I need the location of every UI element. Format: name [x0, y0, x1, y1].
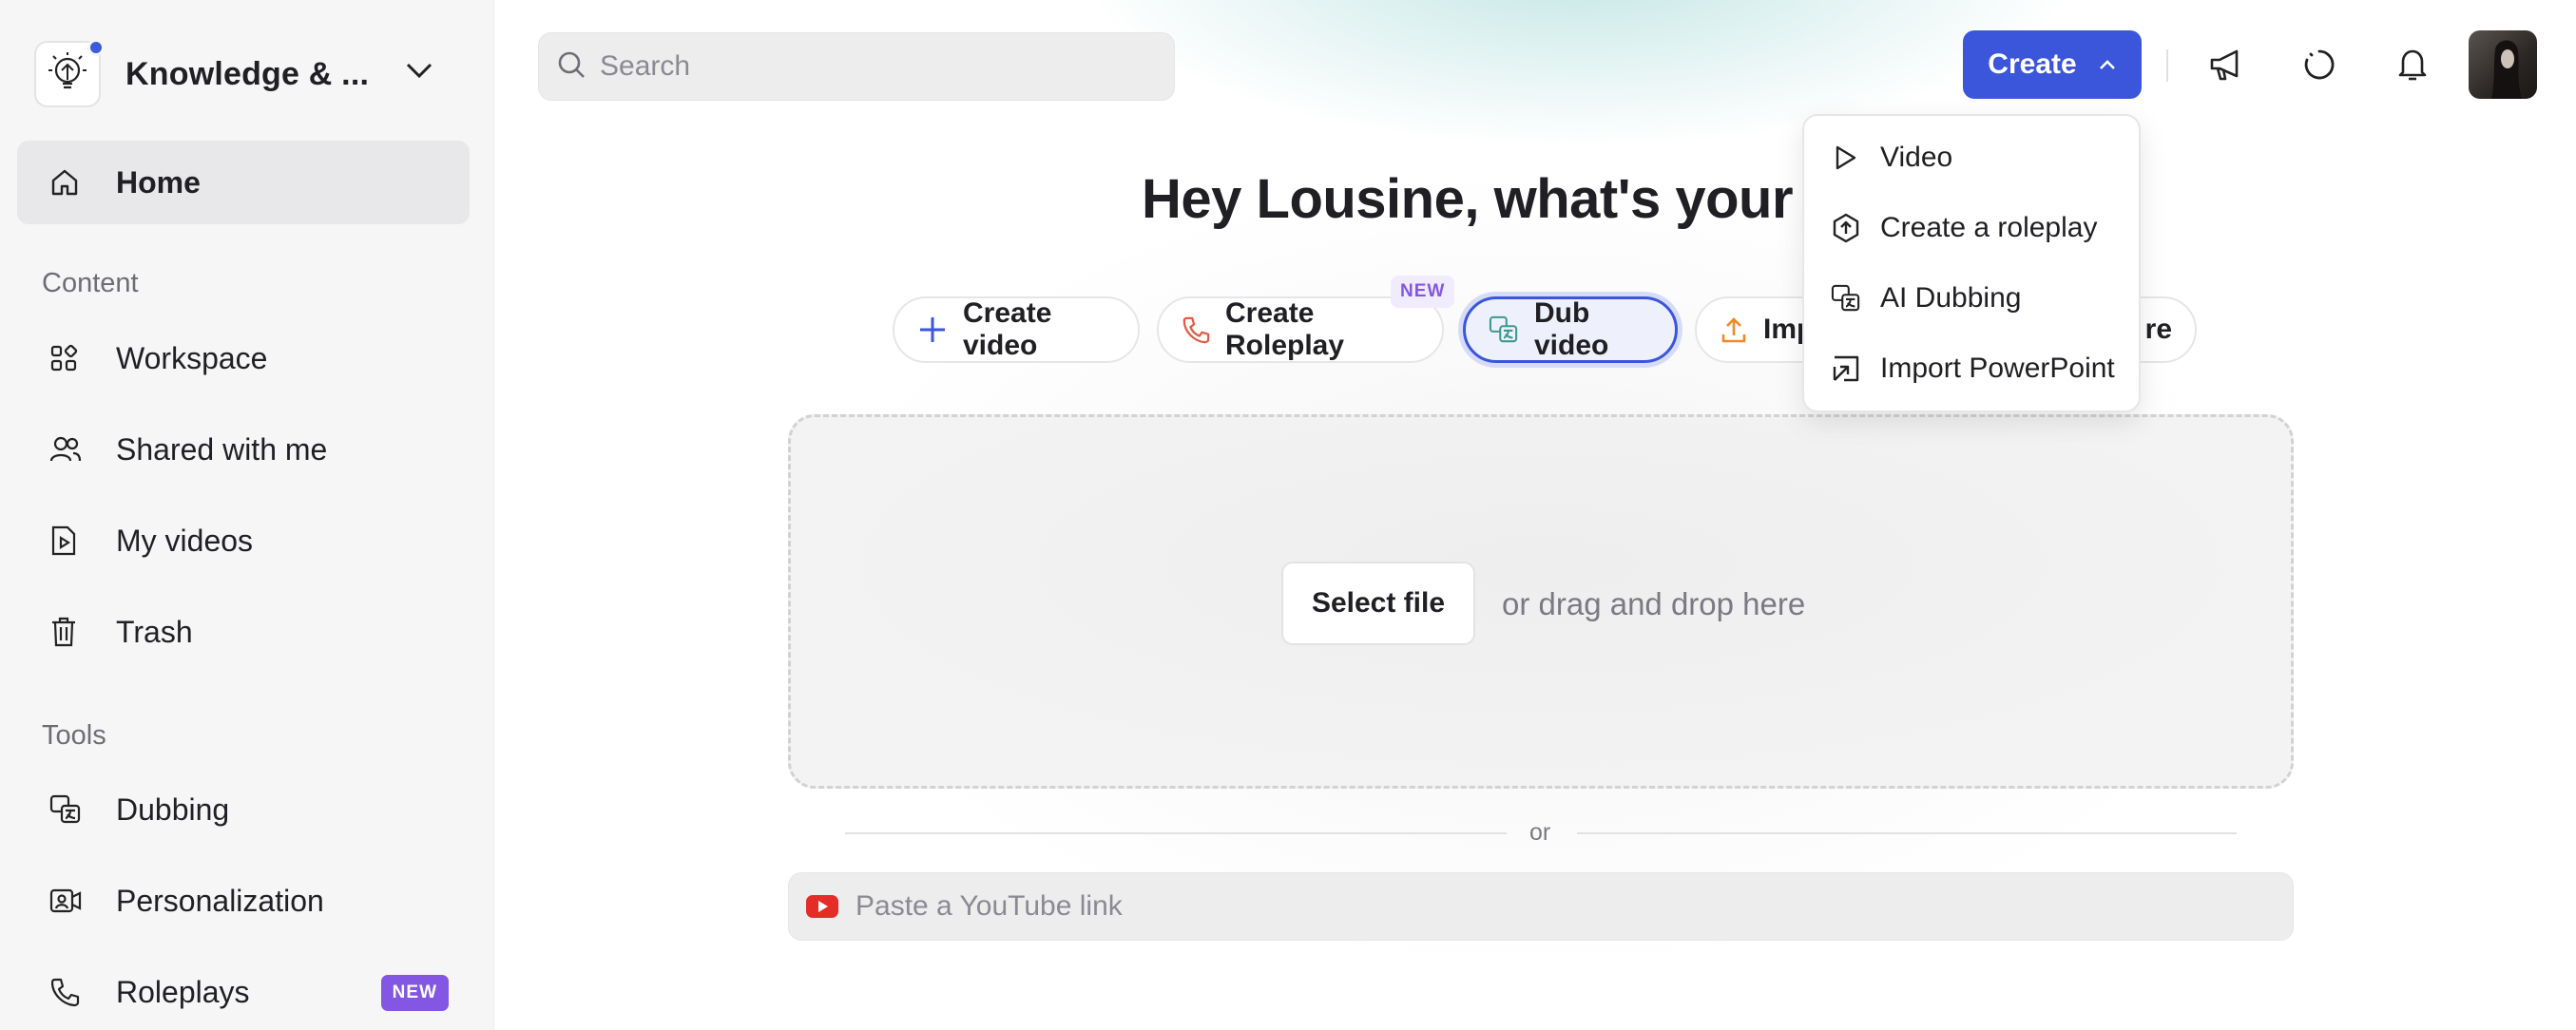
- dubbing-icon: [1489, 315, 1519, 344]
- menu-item-label: Import PowerPoint: [1880, 353, 2115, 384]
- youtube-link-field[interactable]: [788, 872, 2294, 941]
- loading-icon[interactable]: [2297, 42, 2342, 87]
- header-divider: [2166, 49, 2168, 82]
- create-video-chip[interactable]: Create video: [893, 296, 1140, 363]
- youtube-link-input[interactable]: [855, 890, 2186, 923]
- sidebar-item-label: Roleplays: [116, 974, 250, 1009]
- brain-bulb-icon: [48, 52, 87, 89]
- avatar-photo: [2491, 40, 2522, 99]
- sidebar-item-label: My videos: [116, 523, 254, 558]
- avatar[interactable]: [2469, 30, 2537, 99]
- sidebar-item-label: Personalization: [116, 883, 324, 918]
- menu-item-label: AI Dubbing: [1880, 282, 2022, 314]
- sidebar-item-label: Trash: [116, 614, 193, 649]
- sidebar-item-home[interactable]: Home: [17, 141, 470, 224]
- create-button-label: Create: [1988, 48, 2077, 80]
- sidebar-item-label: Dubbing: [116, 792, 230, 827]
- new-badge: NEW: [380, 975, 449, 1011]
- notification-dot: [87, 39, 105, 56]
- upload-icon: [1720, 315, 1748, 344]
- section-label-tools: Tools: [42, 720, 106, 751]
- menu-item-import-powerpoint[interactable]: Import PowerPoint: [1804, 338, 2143, 399]
- sidebar-item-label: Shared with me: [116, 431, 328, 467]
- or-label: or: [1529, 819, 1551, 846]
- chip-label: re: [2144, 314, 2172, 345]
- megaphone-icon[interactable]: [2203, 42, 2249, 87]
- play-icon: [1831, 143, 1869, 172]
- chevron-up-icon: [2098, 58, 2117, 71]
- workspace-name: Knowledge & ...: [125, 55, 370, 92]
- section-label-content: Content: [42, 268, 139, 298]
- home-icon: [49, 167, 103, 198]
- menu-item-video[interactable]: Video: [1804, 127, 2143, 188]
- file-drop-zone[interactable]: Select file or drag and drop here: [788, 414, 2294, 789]
- menu-item-label: Video: [1880, 142, 1953, 173]
- trash-icon: [49, 616, 103, 648]
- create-button[interactable]: Create: [1963, 30, 2142, 99]
- menu-item-ai-dubbing[interactable]: AI Dubbing: [1804, 268, 2143, 329]
- sidebar-item-dubbing[interactable]: Dubbing: [17, 768, 470, 851]
- select-file-button[interactable]: Select file: [1281, 562, 1475, 645]
- phone-icon: [49, 977, 103, 1007]
- users-icon: [49, 435, 103, 464]
- plus-icon: [917, 315, 948, 345]
- sidebar-item-workspace[interactable]: Workspace: [17, 316, 470, 400]
- sidebar-item-personalization[interactable]: Personalization: [17, 859, 470, 943]
- dubbing-icon: [49, 794, 103, 825]
- sidebar: Knowledge & ... Home Content Workspace S…: [0, 0, 494, 1030]
- search-input[interactable]: [600, 50, 1132, 83]
- bell-icon[interactable]: [2390, 42, 2435, 87]
- workspace-logo: [34, 39, 105, 107]
- dubbing-icon: [1831, 284, 1869, 313]
- chevron-down-icon[interactable]: [405, 61, 433, 85]
- import-icon: [1831, 353, 1869, 384]
- chip-label: Dub video: [1534, 297, 1609, 361]
- or-divider: or: [845, 819, 2237, 848]
- chip-label: Create video: [963, 297, 1052, 361]
- video-file-icon: [49, 525, 103, 557]
- drop-hint-text: or drag and drop here: [1502, 586, 1806, 621]
- youtube-icon: [806, 895, 838, 918]
- sidebar-item-label: Home: [116, 164, 201, 200]
- divider-line: [845, 832, 1507, 834]
- search-bar[interactable]: [538, 32, 1175, 101]
- grid-icon: [49, 344, 103, 372]
- roleplay-icon: [1831, 213, 1869, 243]
- sidebar-item-shared[interactable]: Shared with me: [17, 408, 470, 491]
- sidebar-item-label: Workspace: [116, 340, 268, 375]
- main-content: Create Hey Lousine, what's your next Cre…: [495, 0, 2576, 1030]
- sidebar-item-trash[interactable]: Trash: [17, 590, 470, 674]
- sidebar-item-roleplays[interactable]: Roleplays NEW: [17, 950, 470, 1030]
- dub-video-chip[interactable]: Dub video: [1463, 296, 1678, 363]
- create-dropdown-menu: Video Create a roleplay AI Dubbing Impor…: [1802, 114, 2141, 412]
- chip-label: Create Roleplay: [1225, 297, 1345, 361]
- phone-icon: [1182, 315, 1210, 344]
- divider-line: [1577, 832, 2237, 834]
- workspace-switcher[interactable]: Knowledge & ...: [34, 39, 433, 108]
- sidebar-item-my-videos[interactable]: My videos: [17, 499, 470, 582]
- new-badge: NEW: [1391, 276, 1455, 308]
- personalization-icon: [49, 887, 103, 914]
- menu-item-label: Create a roleplay: [1880, 212, 2098, 243]
- search-icon: [556, 49, 586, 85]
- menu-item-create-roleplay[interactable]: Create a roleplay: [1804, 198, 2143, 258]
